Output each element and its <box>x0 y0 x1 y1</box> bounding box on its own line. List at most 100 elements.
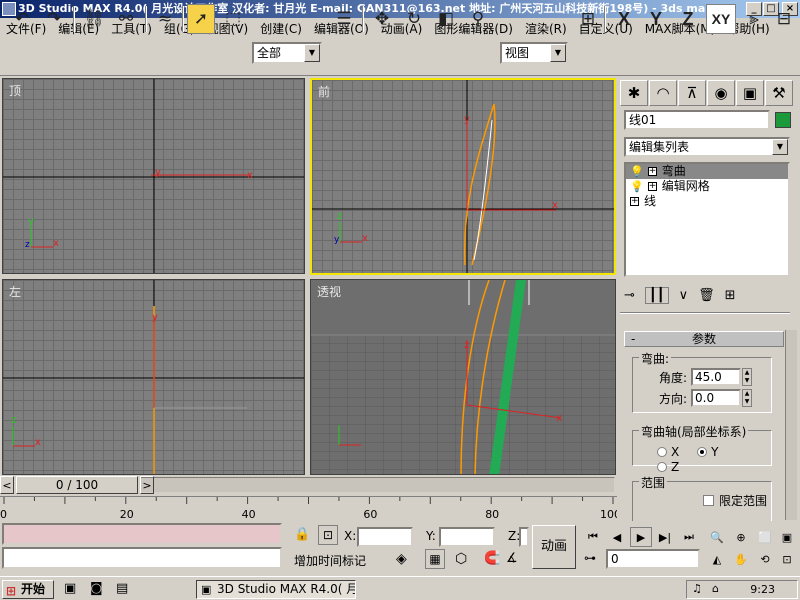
utilities-tab-icon[interactable]: ⚒ <box>765 80 793 106</box>
zoom-extents-all-icon[interactable]: ▣ <box>776 527 798 547</box>
window-crossing-icon[interactable]: ⬡ <box>455 551 467 567</box>
selection-filter-dropdown[interactable]: 全部 ▼ <box>252 42 322 64</box>
track-bar[interactable]: 020406080100 <box>0 496 621 521</box>
time-slider-track[interactable] <box>140 477 615 493</box>
zoom-extents-icon[interactable]: ⬜ <box>754 527 776 547</box>
zoom-icon[interactable]: 🔍 <box>706 527 728 547</box>
select-by-name-icon[interactable]: ☰ <box>330 4 358 34</box>
prev-frame-button[interactable]: < <box>0 476 14 494</box>
y-coordinate-field[interactable] <box>439 527 495 547</box>
tray-network-icon[interactable]: ⌂ <box>712 582 719 595</box>
motion-tab-icon[interactable]: ◉ <box>707 80 735 106</box>
z-coordinate-field[interactable] <box>519 527 529 547</box>
start-button[interactable]: ⊞ 开始 <box>2 580 54 599</box>
rotate-icon[interactable]: ↻ <box>400 4 428 34</box>
angle-input[interactable]: 45.0 <box>691 368 742 386</box>
snap-toggle-icon[interactable]: 🧲 <box>484 551 500 566</box>
next-frame-icon[interactable]: ▶| <box>654 527 676 547</box>
stack-item-bend[interactable]: 💡 + 弯曲 <box>626 164 788 179</box>
restrict-z-button[interactable]: Z <box>674 4 702 34</box>
tray-volume-icon[interactable]: ♫ <box>692 582 702 595</box>
select-object-icon[interactable]: ➚ <box>187 4 215 34</box>
show-end-result-icon[interactable]: ┃┃ <box>644 286 669 304</box>
lock-selection-icon[interactable]: 🔒 <box>294 527 310 542</box>
select-manipulate-icon[interactable]: ⚲ <box>464 4 492 34</box>
add-time-tag[interactable]: 增加时间标记 <box>294 552 366 569</box>
remove-modifier-icon[interactable]: 🗑 <box>698 288 715 303</box>
restrict-y-button[interactable]: Y <box>642 4 670 34</box>
menu-rendering[interactable]: 渲染(R) <box>519 20 573 37</box>
move-icon[interactable]: ✥ <box>368 4 396 34</box>
viewport-left[interactable]: 左 y z x <box>2 279 305 475</box>
expand-icon[interactable]: + <box>647 182 657 191</box>
taskbar-app-button[interactable]: ▣ 3D Studio MAX R4.0( 月... <box>196 580 356 599</box>
quicklaunch-ie-icon[interactable]: ◙ <box>90 581 103 596</box>
maximize-viewport-icon[interactable]: ⊡ <box>776 549 798 569</box>
direction-spinner[interactable]: ▲ ▼ <box>742 389 753 407</box>
lightbulb-icon[interactable]: 💡 <box>630 179 644 194</box>
expand-icon[interactable]: + <box>647 167 657 176</box>
stack-item-edit-mesh[interactable]: 💡 + 编辑网格 <box>626 179 788 194</box>
angle-snap-icon[interactable]: ∡ <box>506 551 518 566</box>
pan-icon[interactable]: ✋ <box>730 549 752 569</box>
undo-icon[interactable]: ↶ <box>8 4 36 34</box>
pivot-center-icon[interactable]: ⊞ <box>574 4 602 34</box>
modify-tab-icon[interactable]: ◠ <box>649 80 677 106</box>
limit-effect-checkbox[interactable] <box>703 495 714 506</box>
bind-space-warp-icon[interactable]: ≈ <box>151 4 179 34</box>
configure-sets-icon[interactable]: ⊞ <box>725 288 736 303</box>
animate-button[interactable]: 动画 <box>532 525 576 569</box>
unlink-icon[interactable]: ⚯ <box>112 4 140 34</box>
quicklaunch-desktop-icon[interactable]: ▣ <box>64 581 76 596</box>
key-mode-icon[interactable]: ⊶ <box>584 551 596 565</box>
select-link-icon[interactable]: ⛓ <box>80 4 108 34</box>
lightbulb-icon[interactable]: 💡 <box>630 164 644 179</box>
maxscript-listener[interactable] <box>2 523 282 545</box>
stack-item-line[interactable]: + 线 <box>626 194 788 209</box>
viewport-perspective[interactable]: 透视 x z <box>310 279 616 475</box>
play-icon[interactable]: ▶ <box>630 527 652 547</box>
command-panel-scrollbar[interactable] <box>785 330 797 520</box>
current-frame-field[interactable]: 0 <box>606 549 700 569</box>
redo-icon[interactable]: ↷ <box>40 4 68 34</box>
viewport-top[interactable]: 顶 x y y x z <box>2 78 305 274</box>
object-color-swatch[interactable] <box>775 112 791 128</box>
pin-stack-icon[interactable]: ⊸ <box>624 288 635 303</box>
object-name-field[interactable]: 线01 <box>624 110 770 130</box>
axis-z-radio[interactable]: Z <box>657 460 679 474</box>
go-to-start-icon[interactable]: ⏮ <box>582 527 604 547</box>
parameters-rollout-header[interactable]: - 参数 <box>624 331 784 347</box>
zoom-all-icon[interactable]: ⊕ <box>730 527 752 547</box>
scale-icon[interactable]: ◧ <box>432 4 460 34</box>
mirror-icon[interactable]: ⫸ <box>740 4 768 34</box>
align-icon[interactable]: ⊟ <box>770 4 798 34</box>
previous-frame-icon[interactable]: ◀ <box>606 527 628 547</box>
x-coordinate-field[interactable] <box>357 527 413 547</box>
field-of-view-icon[interactable]: ◭ <box>706 549 728 569</box>
time-slider[interactable]: 0 / 100 <box>16 476 138 494</box>
menu-create[interactable]: 创建(C) <box>254 20 308 37</box>
direction-input[interactable]: 0.0 <box>691 389 742 407</box>
modifier-list-dropdown[interactable]: 编辑集列表 ▼ <box>624 137 790 157</box>
create-tab-icon[interactable]: ✱ <box>620 80 648 106</box>
reference-coordinate-dropdown[interactable]: 视图 ▼ <box>500 42 568 64</box>
viewport-front[interactable]: 前 x y z x y <box>310 78 616 275</box>
quicklaunch-app-icon[interactable]: ▤ <box>116 581 128 596</box>
axis-x-radio[interactable]: X <box>657 445 679 459</box>
prompt-line[interactable] <box>2 547 282 569</box>
restrict-xy-button[interactable]: XY <box>706 4 736 34</box>
axis-y-radio[interactable]: Y <box>697 445 718 459</box>
expand-icon[interactable]: + <box>630 197 639 206</box>
region-select-icon[interactable]: ⬚ <box>219 4 247 34</box>
make-unique-icon[interactable]: ∨ <box>679 288 689 303</box>
restrict-x-button[interactable]: X <box>610 4 638 34</box>
selection-icon[interactable]: ▦ <box>425 549 445 569</box>
absolute-mode-icon[interactable]: ⊡ <box>318 525 338 545</box>
next-frame-button[interactable]: > <box>140 476 154 494</box>
go-to-end-icon[interactable]: ⏭ <box>678 527 700 547</box>
arc-rotate-icon[interactable]: ⟲ <box>754 549 776 569</box>
angle-spinner[interactable]: ▲ ▼ <box>742 368 753 386</box>
degrade-override-icon[interactable]: ◈ <box>396 551 407 567</box>
display-tab-icon[interactable]: ▣ <box>736 80 764 106</box>
hierarchy-tab-icon[interactable]: ⊼ <box>678 80 706 106</box>
